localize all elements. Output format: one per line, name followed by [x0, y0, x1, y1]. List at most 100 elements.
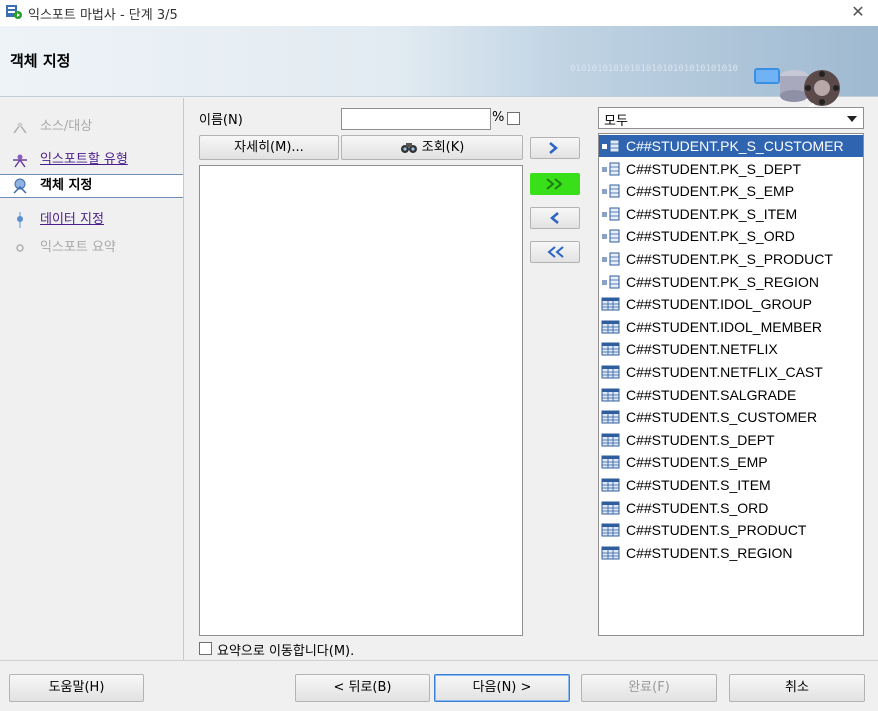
move-right-button[interactable]: [530, 137, 580, 159]
step-specify-objects[interactable]: 객체 지정: [0, 174, 183, 198]
list-item[interactable]: C##STUDENT.PK_S_ORD: [599, 225, 863, 247]
step-label[interactable]: 익스포트할 유형: [40, 149, 128, 171]
list-item[interactable]: C##STUDENT.PK_S_PRODUCT: [599, 248, 863, 270]
list-item-label: C##STUDENT.PK_S_REGION: [626, 273, 819, 290]
available-objects-list[interactable]: [199, 165, 523, 636]
list-item-label: C##STUDENT.S_DEPT: [626, 431, 775, 448]
index-icon: [602, 229, 620, 243]
table-icon: [601, 365, 620, 379]
list-item[interactable]: C##STUDENT.PK_S_DEPT: [599, 158, 863, 180]
index-icon: [602, 207, 620, 221]
list-item-label: C##STUDENT.IDOL_MEMBER: [626, 318, 823, 335]
step-specify-data[interactable]: 데이터 지정: [0, 209, 183, 231]
list-item[interactable]: C##STUDENT.S_CUSTOMER: [599, 406, 863, 428]
detail-button[interactable]: 자세히(M)...: [199, 135, 339, 160]
index-icon: [602, 162, 620, 176]
table-icon: [601, 388, 620, 402]
list-item[interactable]: C##STUDENT.NETFLIX: [599, 338, 863, 360]
list-item[interactable]: C##STUDENT.PK_S_EMP: [599, 180, 863, 202]
list-item[interactable]: C##STUDENT.S_PRODUCT: [599, 519, 863, 541]
table-icon: [601, 342, 620, 356]
dropdown-arrow-icon[interactable]: [847, 116, 857, 122]
finish-button: 완료(F): [581, 674, 717, 702]
title-bar: 익스포트 마법사 - 단계 3/5 ✕: [0, 0, 878, 26]
window-title: 익스포트 마법사 - 단계 3/5: [28, 8, 178, 23]
move-all-right-button[interactable]: [530, 173, 580, 195]
step-label[interactable]: 데이터 지정: [40, 209, 104, 231]
table-icon: [601, 478, 620, 492]
list-item-label: C##STUDENT.S_REGION: [626, 544, 793, 561]
selected-objects-list[interactable]: C##STUDENT.PK_S_CUSTOMER C##STUDENT.PK_S_…: [598, 133, 864, 636]
index-icon: [602, 252, 620, 266]
go-to-summary-label: 요약으로 이동합니다(M).: [217, 644, 355, 659]
list-item[interactable]: C##STUDENT.S_DEPT: [599, 429, 863, 451]
list-item[interactable]: C##STUDENT.S_REGION: [599, 542, 863, 564]
list-item[interactable]: C##STUDENT.NETFLIX_CAST: [599, 361, 863, 383]
name-input[interactable]: [341, 108, 491, 130]
double-chevron-right-icon: [546, 178, 563, 190]
export-wizard-icon: [6, 5, 22, 19]
chevron-left-icon: [550, 212, 559, 224]
list-item-label: C##STUDENT.S_ORD: [626, 499, 769, 516]
list-item-label: C##STUDENT.S_PRODUCT: [626, 522, 807, 539]
list-item[interactable]: C##STUDENT.PK_S_REGION: [599, 271, 863, 293]
cancel-button-label: 취소: [785, 680, 809, 695]
move-left-button[interactable]: [530, 207, 580, 229]
list-item-label: C##STUDENT.PK_S_CUSTOMER: [626, 138, 844, 154]
back-button-label: < 뒤로(B): [333, 680, 392, 695]
filter-selected-value: 모두: [604, 114, 628, 129]
search-button-label: 조회(K): [421, 140, 465, 155]
list-item-label: C##STUDENT.S_ITEM: [626, 477, 771, 493]
list-item-label: C##STUDENT.PK_S_ORD: [626, 228, 795, 245]
step-source-target: 소스/대상: [0, 116, 183, 138]
list-item-label: C##STUDENT.PK_S_ITEM: [626, 205, 798, 222]
percent-checkbox[interactable]: [507, 112, 520, 125]
step-current-icon: [13, 178, 27, 194]
name-label: 이름(N): [199, 113, 243, 128]
list-item[interactable]: C##STUDENT.S_ORD: [599, 497, 863, 519]
step-visited-icon: [13, 154, 27, 168]
list-item-label: C##STUDENT.PK_S_PRODUCT: [626, 251, 833, 267]
list-item[interactable]: C##STUDENT.PK_S_ITEM: [599, 203, 863, 225]
next-button[interactable]: 다음(N) >: [434, 674, 570, 702]
table-icon: [601, 523, 620, 537]
back-button[interactable]: < 뒤로(B): [295, 674, 430, 702]
header-banner: 객체 지정 0101010101010101010101010101010: [0, 26, 878, 113]
list-item-label: C##STUDENT.S_CUSTOMER: [626, 409, 818, 426]
close-icon[interactable]: ✕: [848, 2, 868, 22]
move-all-left-button[interactable]: [530, 241, 580, 263]
table-icon: [601, 320, 620, 334]
list-item[interactable]: C##STUDENT.S_ITEM: [599, 474, 863, 496]
step-export-type[interactable]: 익스포트할 유형: [0, 149, 183, 171]
step-next-icon: [17, 212, 23, 228]
step-label: 익스포트 요약: [40, 240, 116, 255]
next-button-label: 다음(N) >: [472, 680, 532, 695]
list-item[interactable]: C##STUDENT.IDOL_MEMBER: [599, 316, 863, 338]
index-icon: [602, 139, 620, 153]
wizard-steps-nav: 소스/대상 익스포트할 유형 객체 지정 데이터 지정 익스포트 요약: [0, 98, 184, 660]
list-item-label: C##STUDENT.IDOL_GROUP: [626, 296, 812, 313]
table-icon: [601, 501, 620, 515]
table-icon: [601, 455, 620, 469]
step-disabled-icon: [13, 122, 27, 134]
binary-decoration: 0101010101010101010101010101010: [570, 64, 738, 74]
list-item-label: C##STUDENT.SALGRADE: [626, 386, 797, 403]
search-button[interactable]: 조회(K): [341, 135, 523, 160]
list-item[interactable]: C##STUDENT.PK_S_CUSTOMER: [599, 135, 863, 157]
index-icon: [602, 275, 620, 289]
help-button-label: 도움말(H): [48, 680, 105, 695]
binoculars-icon: [400, 143, 417, 153]
list-item[interactable]: C##STUDENT.S_EMP: [599, 451, 863, 473]
object-type-filter-select[interactable]: 모두: [598, 107, 864, 129]
list-item[interactable]: C##STUDENT.SALGRADE: [599, 384, 863, 406]
step-label: 객체 지정: [40, 178, 93, 193]
table-icon: [601, 297, 620, 311]
list-item[interactable]: C##STUDENT.IDOL_GROUP: [599, 293, 863, 315]
step-label: 소스/대상: [40, 119, 93, 134]
percent-label: %: [492, 110, 505, 125]
table-icon: [601, 410, 620, 424]
page-title: 객체 지정: [10, 52, 71, 70]
help-button[interactable]: 도움말(H): [9, 674, 144, 702]
go-to-summary-checkbox[interactable]: [199, 642, 212, 655]
cancel-button[interactable]: 취소: [729, 674, 865, 702]
